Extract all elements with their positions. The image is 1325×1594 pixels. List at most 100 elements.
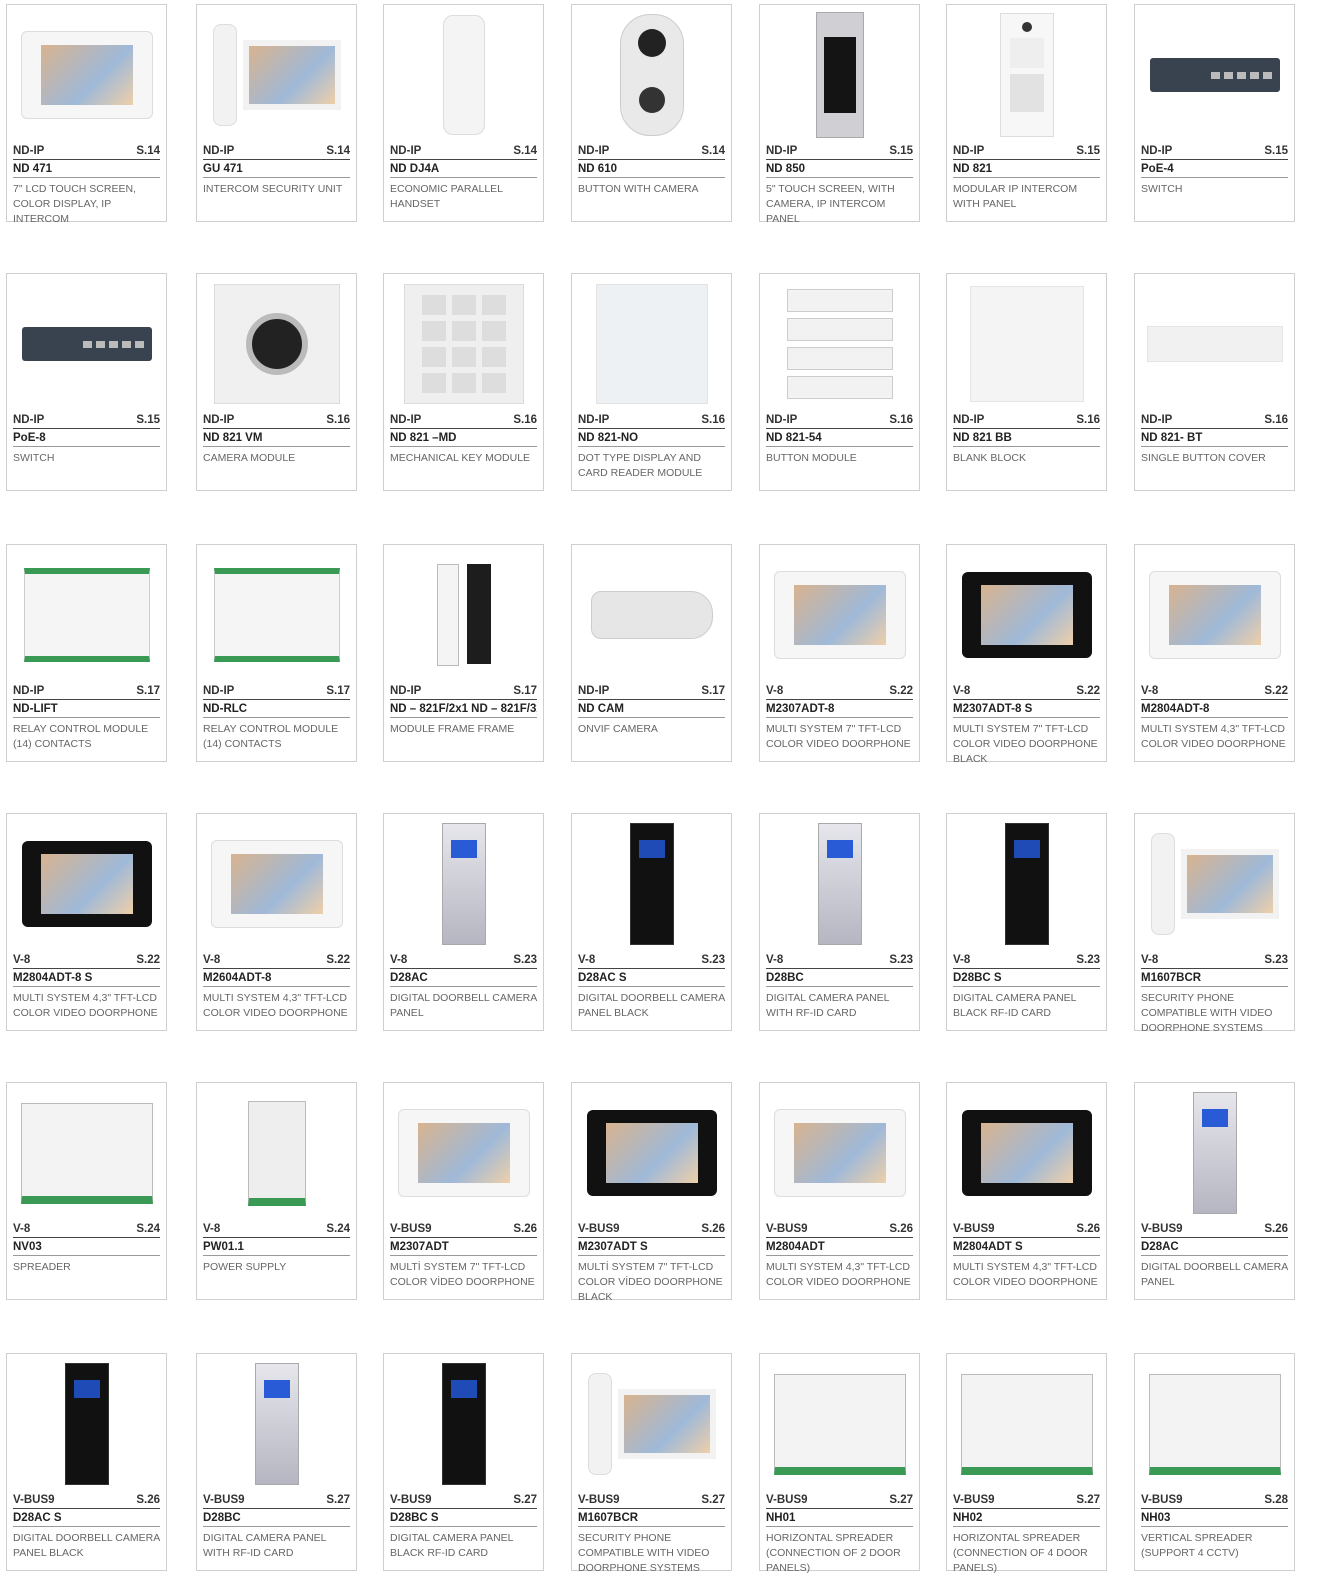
product-card[interactable]: ND-IP S.14 ND DJ4A ECONOMIC PARALLEL HANDSE…	[383, 4, 544, 222]
product-card[interactable]: V-8 S.23 D28AC S DIGITAL DOORBELL CAMERA PA…	[571, 813, 732, 1031]
model-name: PoE-4	[1141, 160, 1288, 178]
model-name: D28AC S	[578, 969, 725, 987]
product-card[interactable]: V-8 S.22 M2604ADT-8 MULTI SYSTEM 4,3" TFT-L…	[196, 813, 357, 1031]
product-meta: ND-IP S.14 ND 610 BUTTON WITH CAMERA	[578, 145, 725, 197]
product-card[interactable]: ND-IP S.15 PoE-4 SWITCH	[1134, 4, 1295, 222]
product-card[interactable]: V-BUS9 S.27 NH02 HORIZONTAL SPREADER (CONNE…	[946, 1353, 1107, 1574]
product-card[interactable]: ND-IP S.17 ND-RLC RELAY CONTROL MODULE (14)…	[196, 544, 357, 762]
product-card[interactable]: ND-IP S.16 ND 821 VM CAMERA MODULE	[196, 273, 357, 491]
product-card[interactable]: V-BUS9 S.26 M2804ADT MULTI SYSTEM 4,3" TFT-…	[759, 1082, 920, 1300]
product-meta: V-8 S.23 M1607BCR SECURITY PHONE COMPATIBLE…	[1141, 954, 1288, 1036]
series-label: V-BUS9	[1141, 1223, 1183, 1235]
product-card[interactable]: V-8 S.22 M2804ADT-8 S MULTI SYSTEM 4,3" TFT…	[6, 813, 167, 1031]
page-ref: S.27	[701, 1494, 725, 1506]
door-panel-silver-icon	[392, 822, 535, 946]
series-label: ND-IP	[13, 145, 45, 157]
handset-icon	[392, 13, 535, 137]
page-ref: S.17	[326, 685, 350, 697]
switch-icon	[1143, 13, 1286, 137]
modular-panel-icon	[955, 13, 1098, 137]
product-header: ND-IP S.17	[13, 685, 160, 700]
product-card[interactable]: V-8 S.23 M1607BCR SECURITY PHONE COMPATIBLE…	[1134, 813, 1295, 1034]
product-header: V-8 S.22	[13, 954, 160, 969]
product-description: MULTI SYSTEM 7" TFT-LCD COLOR VIDEO DOOR…	[766, 723, 911, 750]
touch-panel-icon	[768, 12, 911, 138]
page-ref: S.27	[326, 1494, 350, 1506]
product-card[interactable]: V-8 S.23 D28AC DIGITAL DOORBELL CAMERA PANE…	[383, 813, 544, 1031]
page-ref: S.22	[136, 954, 160, 966]
product-card[interactable]: V-8 S.22 M2307ADT-8 MULTI SYSTEM 7" TFT-LCD…	[759, 544, 920, 762]
blank-block-icon	[955, 282, 1098, 406]
page-ref: S.14	[513, 145, 537, 157]
product-card[interactable]: ND-IP S.16 ND 821 BB BLANK BLOCK	[946, 273, 1107, 491]
product-card[interactable]: V-8 S.24 PW01.1 POWER SUPPLY	[196, 1082, 357, 1300]
product-header: V-BUS9 S.26	[578, 1223, 725, 1238]
series-label: V-8	[1141, 954, 1159, 966]
product-card[interactable]: V-8 S.22 M2804ADT-8 MULTI SYSTEM 4,3" TFT-L…	[1134, 544, 1295, 762]
model-name: ND 821 BB	[953, 429, 1100, 447]
product-card[interactable]: V-8 S.24 NV03 SPREADER	[6, 1082, 167, 1300]
model-name: NH02	[953, 1509, 1100, 1527]
product-meta: V-BUS9 S.26 D28AC S DIGITAL DOORBELL CAMERA…	[13, 1494, 160, 1561]
product-description: MECHANICAL KEY MODULE	[390, 452, 531, 464]
product-card[interactable]: ND-IP S.14 ND 610 BUTTON WITH CAMERA	[571, 4, 732, 222]
product-meta: V-8 S.22 M2804ADT-8 MULTI SYSTEM 4,3" TFT-L…	[1141, 685, 1288, 752]
product-card[interactable]: ND-IP S.14 ND 471 7" LCD TOUCH SCREEN, COLO…	[6, 4, 167, 225]
product-card[interactable]: ND-IP S.15 ND 850 5" TOUCH SCREEN, WITH CAM…	[759, 4, 920, 225]
product-meta: V-8 S.22 M2307ADT-8 S MULTI SYSTEM 7" TFT-L…	[953, 685, 1100, 767]
product-meta: V-BUS9 S.26 M2307ADT MULTİ SYSTEM 7" TFT-LC…	[390, 1223, 537, 1290]
product-description: HORIZONTAL SPREADER (CONNECTION OF 2 DOO…	[766, 1532, 901, 1574]
product-card[interactable]: V-BUS9 S.27 NH01 HORIZONTAL SPREADER (CONNE…	[759, 1353, 920, 1574]
product-card[interactable]: V-BUS9 S.26 D28AC S DIGITAL DOORBELL CAMERA…	[6, 1353, 167, 1571]
product-description: MULTİ SYSTEM 7" TFT-LCD COLOR VİDEO DOOR…	[390, 1261, 535, 1288]
product-card[interactable]: V-BUS9 S.26 M2307ADT S MULTİ SYSTEM 7" TFT-…	[571, 1082, 732, 1303]
product-card[interactable]: V-BUS9 S.28 NH03 VERTICAL SPREADER (SUPPORT…	[1134, 1353, 1295, 1571]
product-card[interactable]: ND-IP S.16 ND 821- BT SINGLE BUTTON COVER	[1134, 273, 1295, 491]
model-name: ND 610	[578, 160, 725, 178]
product-card[interactable]: V-8 S.23 D28BC S DIGITAL CAMERA PANEL BLACK…	[946, 813, 1107, 1031]
page-ref: S.15	[1264, 145, 1288, 157]
product-card[interactable]: ND-IP S.17 ND – 821F/2x1 ND – 821F/3x1 MODU…	[383, 544, 544, 762]
product-description: 5" TOUCH SCREEN, WITH CAMERA, IP INTERCO…	[766, 183, 895, 225]
model-name: M2804ADT-8 S	[13, 969, 160, 987]
product-card[interactable]: ND-IP S.15 ND 821 MODULAR IP INTERCOM WITH …	[946, 4, 1107, 222]
product-card[interactable]: V-BUS9 S.27 D28BC DIGITAL CAMERA PANEL WITH…	[196, 1353, 357, 1571]
model-name: D28AC S	[13, 1509, 160, 1527]
page-ref: S.22	[1076, 685, 1100, 697]
product-card[interactable]: V-BUS9 S.26 M2804ADT S MULTI SYSTEM 4,3" TF…	[946, 1082, 1107, 1300]
series-label: V-BUS9	[578, 1494, 620, 1506]
product-header: ND-IP S.17	[203, 685, 350, 700]
product-card[interactable]: V-8 S.23 D28BC DIGITAL CAMERA PANEL WITH RF…	[759, 813, 920, 1031]
product-card[interactable]: ND-IP S.16 ND 821-NO DOT TYPE DISPLAY AND C…	[571, 273, 732, 491]
product-card[interactable]: V-BUS9 S.27 M1607BCR SECURITY PHONE COMPATI…	[571, 1353, 732, 1574]
page-ref: S.17	[513, 685, 537, 697]
page-ref: S.22	[889, 685, 913, 697]
product-card[interactable]: V-BUS9 S.27 D28BC S DIGITAL CAMERA PANEL BL…	[383, 1353, 544, 1571]
series-label: V-8	[203, 1223, 221, 1235]
model-name: M2307ADT	[390, 1238, 537, 1256]
product-card[interactable]: ND-IP S.16 ND 821 –MD MECHANICAL KEY MODULE	[383, 273, 544, 491]
product-description: SECURITY PHONE COMPATIBLE WITH VIDEO DOO…	[1141, 992, 1273, 1034]
product-card[interactable]: ND-IP S.17 ND-LIFT RELAY CONTROL MODULE (14…	[6, 544, 167, 762]
page-ref: S.26	[136, 1494, 160, 1506]
series-label: ND-IP	[13, 414, 45, 426]
product-header: V-8 S.23	[953, 954, 1100, 969]
product-header: ND-IP S.15	[953, 145, 1100, 160]
page-ref: S.14	[701, 145, 725, 157]
product-card[interactable]: ND-IP S.16 ND 821-54 BUTTON MODULE	[759, 273, 920, 491]
door-panel-black-icon	[955, 822, 1098, 946]
product-description: DIGITAL DOORBELL CAMERA PANEL	[1141, 1261, 1288, 1288]
product-header: V-BUS9 S.26	[953, 1223, 1100, 1238]
product-header: ND-IP S.16	[1141, 414, 1288, 429]
product-card[interactable]: ND-IP S.17 ND CAM ONVIF CAMERA	[571, 544, 732, 762]
product-card[interactable]: V-BUS9 S.26 M2307ADT MULTİ SYSTEM 7" TFT-LC…	[383, 1082, 544, 1300]
model-name: ND 821 VM	[203, 429, 350, 447]
page-ref: S.27	[513, 1494, 537, 1506]
product-card[interactable]: V-8 S.22 M2307ADT-8 S MULTI SYSTEM 7" TFT-L…	[946, 544, 1107, 765]
product-card[interactable]: ND-IP S.14 GU 471 INTERCOM SECURITY UNIT	[196, 4, 357, 222]
product-card[interactable]: ND-IP S.15 PoE-8 SWITCH	[6, 273, 167, 491]
product-header: V-BUS9 S.26	[13, 1494, 160, 1509]
product-header: V-8 S.23	[578, 954, 725, 969]
model-name: ND 821	[953, 160, 1100, 178]
product-card[interactable]: V-BUS9 S.26 D28AC DIGITAL DOORBELL CAMERA P…	[1134, 1082, 1295, 1300]
